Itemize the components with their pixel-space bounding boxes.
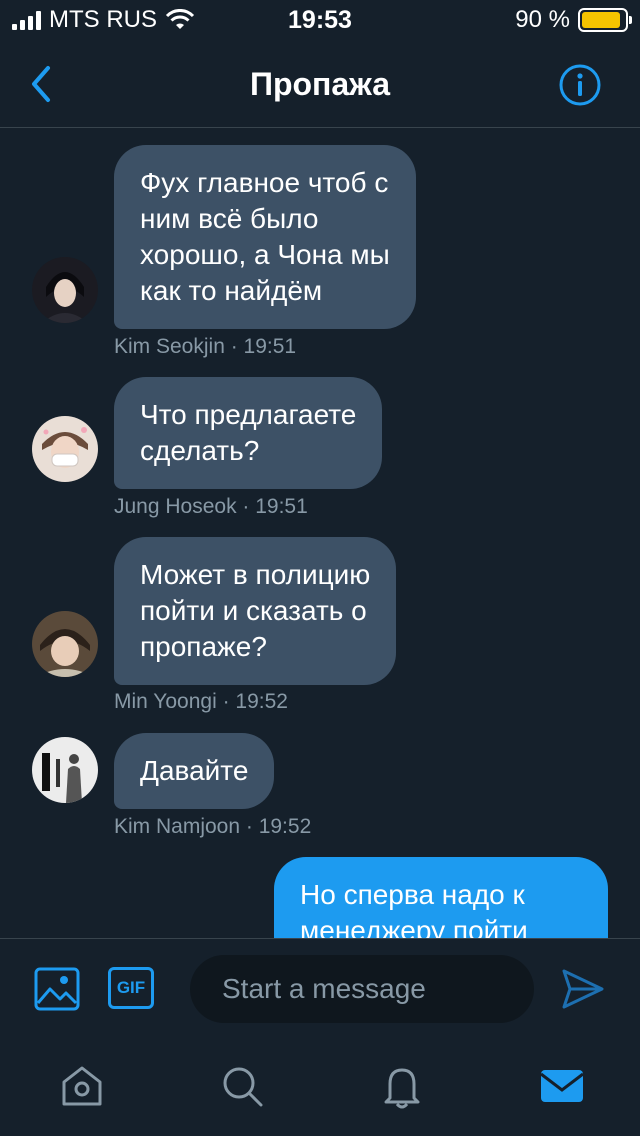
message-line: сделать?: [140, 435, 260, 466]
message-meta: Min Yoongi · 19:52: [114, 690, 288, 713]
image-icon[interactable]: [34, 967, 80, 1011]
message-meta: Jung Hoseok · 19:51: [114, 495, 308, 518]
notifications-icon[interactable]: [378, 1062, 426, 1110]
message-input[interactable]: [190, 955, 534, 1023]
message-bubble[interactable]: Что предлагаете сделать?: [114, 377, 383, 489]
avatar[interactable]: [32, 737, 98, 803]
message-line: хорошо, а Чона мы: [140, 239, 390, 270]
tab-bar: [0, 1044, 640, 1136]
battery-percent: 90 %: [515, 6, 570, 33]
gif-label: GIF: [116, 978, 146, 997]
avatar[interactable]: [32, 416, 98, 482]
message-meta: Kim Namjoon · 19:52: [114, 815, 312, 838]
gif-button[interactable]: GIF: [108, 967, 154, 1009]
messages-icon[interactable]: [538, 1062, 586, 1110]
message-composer: GIF: [0, 938, 640, 1044]
message-bubble-outgoing[interactable]: Но сперва надо к менеджеру пойти: [274, 857, 608, 938]
message-bubble[interactable]: Давайте: [114, 733, 275, 809]
message-meta: Kim Seokjin · 19:51: [114, 335, 297, 358]
message-line: менеджеру пойти: [300, 915, 528, 938]
message-bubble[interactable]: Фух главное чтоб с ним всё было хорошо, …: [114, 145, 416, 329]
info-icon[interactable]: [558, 63, 602, 107]
home-icon[interactable]: [58, 1062, 106, 1110]
battery-icon: [578, 8, 632, 32]
conversation-header: Пропажа: [0, 40, 640, 128]
message-line: пойти и сказать о: [140, 595, 367, 626]
message-line: Но сперва надо к: [300, 879, 525, 910]
message-line: Давайте: [140, 755, 249, 786]
send-icon[interactable]: [560, 967, 606, 1011]
conversation-title: Пропажа: [249, 66, 391, 102]
message-line: Что предлагаете: [140, 399, 357, 430]
status-bar: MTS RUS 19:53 90 %: [0, 0, 640, 40]
message-line: Может в полицию: [140, 559, 371, 590]
message-line: как то найдём: [140, 275, 323, 306]
message-line: ним всё было: [140, 203, 319, 234]
message-list[interactable]: Фух главное чтоб с ним всё было хорошо, …: [0, 129, 640, 938]
search-icon[interactable]: [218, 1062, 266, 1110]
message-line: Фух главное чтоб с: [140, 167, 389, 198]
avatar[interactable]: [32, 611, 98, 677]
message-line: пропаже?: [140, 631, 267, 662]
message-bubble[interactable]: Может в полицию пойти и сказать о пропаж…: [114, 537, 397, 685]
avatar[interactable]: [32, 257, 98, 323]
status-right: 90 %: [515, 6, 632, 34]
